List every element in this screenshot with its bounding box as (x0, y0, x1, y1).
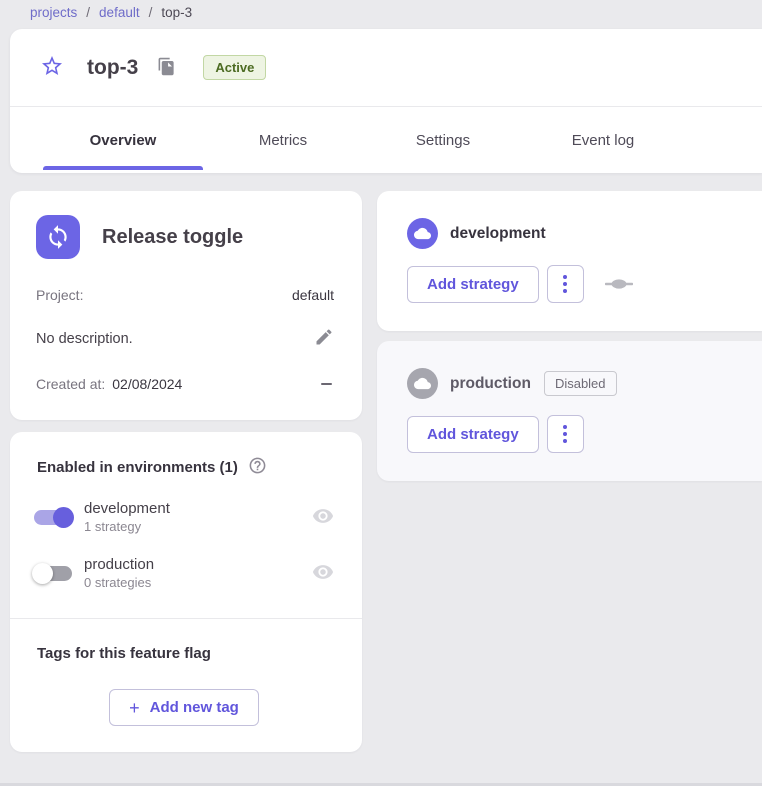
environment-name: development (84, 500, 170, 517)
star-outline-icon (40, 54, 64, 81)
disabled-badge: Disabled (544, 371, 617, 396)
status-badge: Active (203, 55, 266, 80)
tab-bar: Overview Metrics Settings Event log (10, 107, 762, 173)
panel-actions: Add strategy (407, 265, 732, 303)
left-column: Release toggle Project: default No descr… (10, 191, 362, 752)
page-title: top-3 (87, 56, 138, 80)
flag-type-card: Release toggle Project: default No descr… (10, 191, 362, 420)
flag-title-row: top-3 Active (10, 29, 762, 106)
active-tab-indicator (43, 166, 203, 170)
kebab-dot (563, 275, 567, 279)
add-tag-container: + Add new tag (34, 689, 334, 726)
add-tag-label: Add new tag (150, 699, 239, 716)
add-strategy-button[interactable]: Add strategy (407, 416, 539, 453)
breadcrumb-link-projects[interactable]: projects (30, 5, 77, 20)
tab-label: Metrics (259, 132, 307, 149)
environment-row-production: production 0 strategies (34, 556, 334, 590)
kebab-dot (563, 432, 567, 436)
copy-name-button[interactable] (157, 57, 176, 79)
tags-title: Tags for this feature flag (34, 645, 334, 662)
kebab-dot (563, 439, 567, 443)
collapse-button[interactable] (319, 379, 334, 390)
favorite-button[interactable] (40, 54, 64, 81)
project-label: Project: (36, 287, 83, 303)
panel-environment-name: production (450, 375, 531, 393)
created-label: Created at: (36, 376, 105, 392)
flag-header-card: top-3 Active Overview Metrics Settings E… (10, 29, 762, 173)
breadcrumb-separator: / (149, 5, 153, 20)
breadcrumb-separator: / (86, 5, 90, 20)
flag-type-header: Release toggle (36, 215, 334, 259)
breadcrumb-current: top-3 (161, 5, 192, 20)
environment-strategy-count: 0 strategies (84, 575, 154, 590)
add-strategy-label: Add strategy (427, 426, 519, 443)
help-circle-icon (248, 456, 267, 478)
toggle-thumb (53, 507, 74, 528)
environment-name: production (84, 556, 154, 573)
description-row: No description. (36, 327, 334, 350)
help-button[interactable] (248, 456, 267, 478)
panel-header: development (407, 218, 732, 249)
flag-type-title: Release toggle (102, 226, 243, 249)
environment-row-development: development 1 strategy (34, 500, 334, 534)
eye-icon (312, 561, 334, 586)
toggle-thumb (32, 563, 53, 584)
breadcrumb: projects / default / top-3 (0, 0, 762, 29)
copy-icon (157, 57, 176, 79)
project-row: Project: default (36, 287, 334, 303)
panel-actions: Add strategy (407, 415, 732, 453)
right-column: development Add strategy (377, 191, 762, 481)
strategy-connector-icon (605, 278, 633, 290)
pencil-icon (314, 327, 334, 350)
preview-development-button[interactable] (312, 505, 334, 530)
environments-card: Enabled in environments (1) development … (10, 432, 362, 752)
tab-label: Event log (572, 132, 635, 149)
release-toggle-sync-icon (36, 215, 80, 259)
edit-description-button[interactable] (314, 327, 334, 350)
toggle-development[interactable] (34, 507, 72, 528)
tab-event-log[interactable]: Event log (523, 107, 683, 173)
kebab-menu-icon[interactable] (547, 415, 584, 453)
add-strategy-label: Add strategy (427, 276, 519, 293)
description-text: No description. (36, 331, 133, 347)
plus-icon: + (129, 701, 140, 715)
created-row: Created at: 02/08/2024 (36, 376, 334, 392)
add-strategy-button[interactable]: Add strategy (407, 266, 539, 303)
environment-panel-development: development Add strategy (377, 191, 762, 331)
tab-settings[interactable]: Settings (363, 107, 523, 173)
tags-divider (10, 618, 362, 619)
environment-labels: production 0 strategies (84, 556, 154, 590)
toggle-production[interactable] (34, 563, 72, 584)
created-value: 02/08/2024 (112, 376, 182, 392)
tab-metrics[interactable]: Metrics (203, 107, 363, 173)
minus-icon (321, 383, 332, 386)
environment-panel-production: production Disabled Add strategy (377, 341, 762, 481)
overview-content: Release toggle Project: default No descr… (10, 191, 762, 752)
preview-production-button[interactable] (312, 561, 334, 586)
tab-overview[interactable]: Overview (43, 107, 203, 173)
kebab-dot (563, 289, 567, 293)
eye-icon (312, 505, 334, 530)
kebab-menu-icon[interactable] (547, 265, 584, 303)
cloud-icon (407, 218, 438, 249)
add-new-tag-button[interactable]: + Add new tag (109, 689, 259, 726)
cloud-icon (407, 368, 438, 399)
panel-header: production Disabled (407, 368, 732, 399)
kebab-dot (563, 425, 567, 429)
breadcrumb-link-default[interactable]: default (99, 5, 140, 20)
tab-label: Overview (90, 132, 157, 149)
panel-environment-name: development (450, 225, 546, 243)
project-value: default (292, 287, 334, 303)
environments-card-header: Enabled in environments (1) (34, 456, 334, 478)
tab-label: Settings (416, 132, 470, 149)
kebab-dot (563, 282, 567, 286)
environments-card-title: Enabled in environments (1) (37, 459, 238, 476)
environment-labels: development 1 strategy (84, 500, 170, 534)
environment-strategy-count: 1 strategy (84, 519, 170, 534)
